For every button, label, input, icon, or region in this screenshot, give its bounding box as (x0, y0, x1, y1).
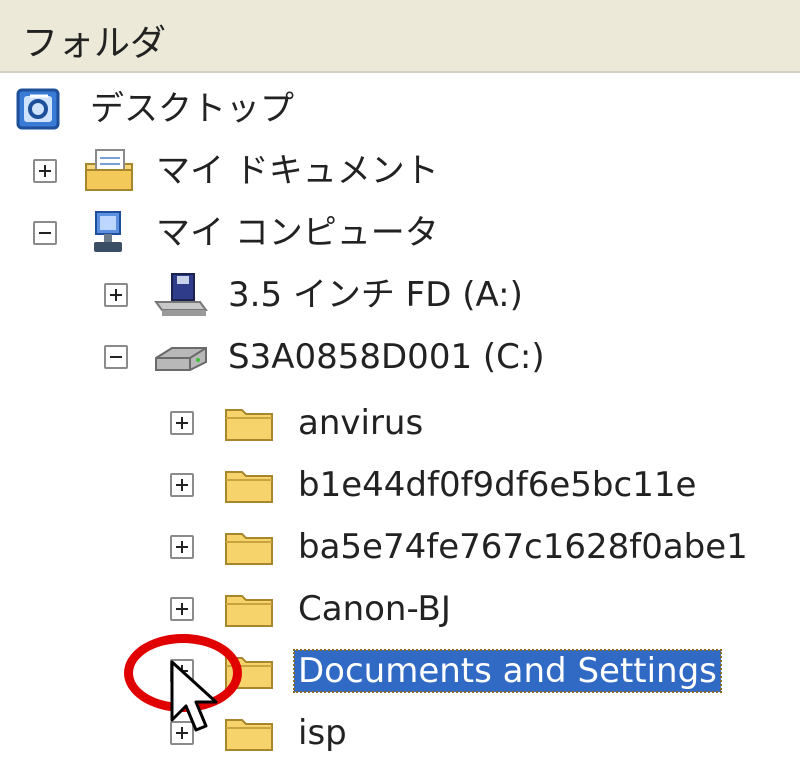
tree-item-folder[interactable]: ba5e74fe767c1628f0abe1 (0, 516, 800, 578)
my-documents-icon (85, 149, 133, 191)
floppy-drive-icon (154, 273, 208, 316)
folder-icon (225, 595, 273, 627)
my-computer-icon (94, 211, 122, 252)
tree-item-label: Documents and Settings (293, 649, 722, 693)
collapse-c-drive-button[interactable] (104, 345, 128, 369)
tree-item-my-documents[interactable]: マイ ドキュメント (0, 140, 800, 202)
tree-item-label: isp (298, 713, 347, 753)
expand-folder-button[interactable] (170, 535, 194, 559)
tree-item-label: マイ コンピュータ (156, 213, 439, 253)
tree-item-label: デスクトップ (90, 89, 294, 129)
tree-item-label: Canon-BJ (298, 589, 451, 629)
folder-icon (225, 409, 273, 441)
tree-item-label: b1e44df0f9df6e5bc11e (298, 465, 697, 505)
tree-item-folder[interactable]: Canon-BJ (0, 578, 800, 640)
tree-item-folder[interactable]: isp (0, 702, 800, 764)
tree-item-label: 3.5 インチ FD (A:) (228, 275, 523, 315)
tree-item-documents-and-settings[interactable]: Documents and Settings (0, 640, 800, 702)
tree-item-desktop[interactable]: デスクトップ (0, 78, 800, 140)
expand-folder-button[interactable] (170, 473, 194, 497)
mouse-cursor-icon (170, 660, 218, 732)
desktop-icon (16, 88, 60, 130)
collapse-my-computer-button[interactable] (33, 221, 57, 245)
tree-item-folder[interactable]: b1e44df0f9df6e5bc11e (0, 454, 800, 516)
expand-folder-button[interactable] (170, 597, 194, 621)
folder-icon (225, 471, 273, 503)
tree-item-label: マイ ドキュメント (156, 151, 439, 191)
tree-item-label: S3A0858D001 (C:) (228, 337, 545, 377)
tree-item-label: ba5e74fe767c1628f0abe1 (298, 527, 748, 567)
tree-item-folder[interactable]: anvirus (0, 392, 800, 454)
folder-icon (225, 533, 273, 565)
hard-drive-icon (155, 347, 207, 371)
tree-item-my-computer[interactable]: マイ コンピュータ (0, 202, 800, 264)
tree-item-floppy-drive[interactable]: 3.5 インチ FD (A:) (0, 264, 800, 326)
expand-floppy-drive-button[interactable] (104, 283, 128, 307)
tree-item-label: anvirus (298, 403, 424, 443)
expand-folder-button[interactable] (170, 411, 194, 435)
tree-item-c-drive[interactable]: S3A0858D001 (C:) (0, 326, 800, 388)
folder-icon (225, 719, 273, 751)
expand-my-documents-button[interactable] (33, 159, 57, 183)
folder-icon (225, 657, 273, 689)
folder-tree: デスクトップ マイ ドキュメント マイ コンピュータ 3.5 インチ FD (A… (0, 0, 800, 753)
